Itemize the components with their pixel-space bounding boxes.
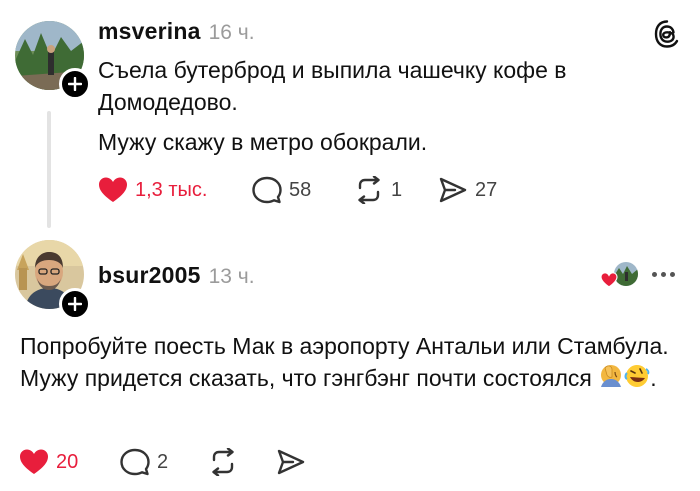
post-username[interactable]: msverina bbox=[98, 18, 201, 45]
reply-comment-count: 2 bbox=[157, 450, 169, 473]
post-comment-button[interactable]: 58 bbox=[252, 176, 311, 204]
reply-text-end: . bbox=[650, 365, 657, 391]
thread-connector-line bbox=[47, 111, 51, 228]
follow-plus-button[interactable] bbox=[59, 68, 91, 100]
heart-icon bbox=[600, 272, 618, 288]
comment-bubble-icon bbox=[252, 176, 282, 204]
reply-like-count: 20 bbox=[56, 450, 79, 473]
threads-logo-icon[interactable] bbox=[654, 20, 680, 53]
rolling-laughing-emoji bbox=[624, 363, 650, 397]
follow-plus-button[interactable] bbox=[59, 288, 91, 320]
comment-bubble-icon bbox=[120, 448, 150, 476]
post-comment-count: 58 bbox=[289, 178, 312, 201]
post-share-count: 27 bbox=[475, 178, 498, 201]
post-repost-button[interactable]: 1 bbox=[354, 176, 402, 204]
reply-like-button[interactable]: 20 bbox=[19, 448, 78, 476]
reply-text-body: Попробуйте поесть Мак в аэропорту Анталь… bbox=[20, 333, 669, 391]
more-options-icon[interactable] bbox=[652, 272, 675, 277]
reply-repost-button[interactable] bbox=[208, 448, 238, 476]
author-liked-indicator bbox=[598, 262, 640, 290]
reply-username[interactable]: bsur2005 bbox=[98, 262, 201, 289]
send-icon bbox=[277, 449, 305, 475]
post-like-button[interactable]: 1,3 тыс. bbox=[98, 176, 207, 204]
heart-icon bbox=[20, 449, 48, 474]
repost-icon bbox=[358, 176, 380, 204]
send-icon bbox=[439, 177, 467, 203]
reply-comment-button[interactable]: 2 bbox=[120, 448, 168, 476]
reply-text: Попробуйте поесть Мак в аэропорту Анталь… bbox=[20, 330, 685, 397]
post-repost-count: 1 bbox=[391, 178, 403, 201]
post-like-count: 1,3 тыс. bbox=[135, 178, 208, 201]
post-paragraph-1: Съела бутерброд и выпила чашечку кофе в … bbox=[98, 57, 567, 115]
face-palm-emoji bbox=[598, 363, 624, 397]
heart-icon bbox=[99, 177, 127, 202]
post-paragraph-2: Мужу скажу в метро обокрали. bbox=[98, 129, 428, 155]
plus-icon bbox=[68, 297, 82, 311]
plus-icon bbox=[68, 77, 82, 91]
repost-icon bbox=[212, 448, 234, 476]
reply-share-button[interactable] bbox=[276, 448, 306, 476]
post-time: 16 ч. bbox=[208, 21, 255, 44]
reply-time: 13 ч. bbox=[208, 265, 255, 288]
post-share-button[interactable]: 27 bbox=[438, 176, 497, 204]
